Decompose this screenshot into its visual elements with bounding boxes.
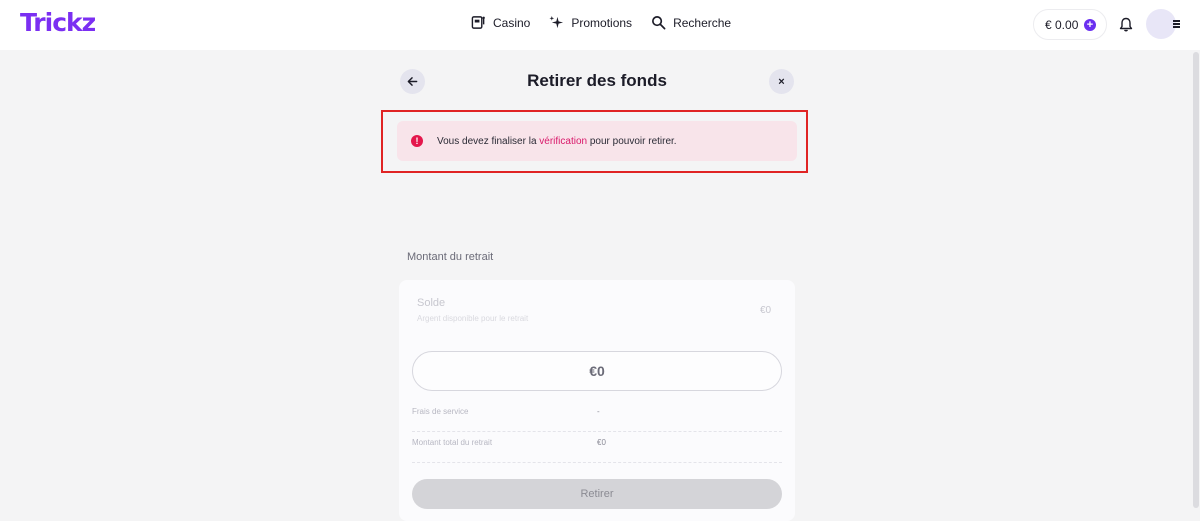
balance-value: €0 [760,305,772,316]
verification-alert: ! Vous devez finaliser la vérification p… [397,121,797,161]
total-withdrawal-value: €0 [597,438,606,447]
close-icon: × [778,75,785,88]
verification-link[interactable]: vérification [539,136,587,147]
search-icon [652,16,666,30]
withdraw-button[interactable]: Retirer [412,479,782,509]
sparkles-icon [549,15,564,29]
nav-item-promotions[interactable]: Promotions [549,15,632,30]
brand-logo[interactable]: Trickz [20,8,96,37]
alert-icon: ! [411,135,423,147]
plus-icon[interactable]: + [1084,19,1096,31]
alert-text-before: Vous devez finaliser la [437,135,540,147]
close-button[interactable]: × [769,69,794,94]
service-fee-row: Frais de service - [412,402,782,432]
alert-message: Vous devez finaliser la vérification pou… [437,136,677,147]
main-nav: Casino Promotions Recherche [471,15,750,30]
balance-label: Solde [417,297,446,309]
slot-machine-icon [471,16,485,29]
nav-item-label: Recherche [673,15,732,30]
nav-item-label: Promotions [571,15,633,30]
page-scrollbar[interactable] [1193,52,1199,508]
nav-item-casino[interactable]: Casino [471,15,530,30]
total-withdrawal-row: Montant total du retrait €0 [412,433,782,463]
service-fee-label: Frais de service [412,407,469,416]
nav-item-label: Casino [493,15,531,30]
withdrawal-section-label: Montant du retrait [407,251,494,263]
top-bar: Trickz Casino Promotions Recherche € 0.0… [0,0,1200,50]
withdrawal-amount-input[interactable] [412,351,782,391]
balance-amount: € 0.00 [1045,17,1079,32]
total-withdrawal-label: Montant total du retrait [412,438,493,447]
service-fee-value: - [597,407,600,416]
balance-sublabel: Argent disponible pour le retrait [417,314,529,323]
nav-item-search[interactable]: Recherche [651,15,731,30]
profile-menu-button[interactable] [1146,9,1186,40]
avatar [1146,9,1176,39]
bell-icon[interactable] [1119,17,1133,32]
wallet-balance-button[interactable]: € 0.00 + [1033,9,1107,40]
menu-icon [1173,20,1180,28]
page-title: Retirer des fonds [527,71,667,90]
alert-text-after: pour pouvoir retirer. [587,135,677,147]
